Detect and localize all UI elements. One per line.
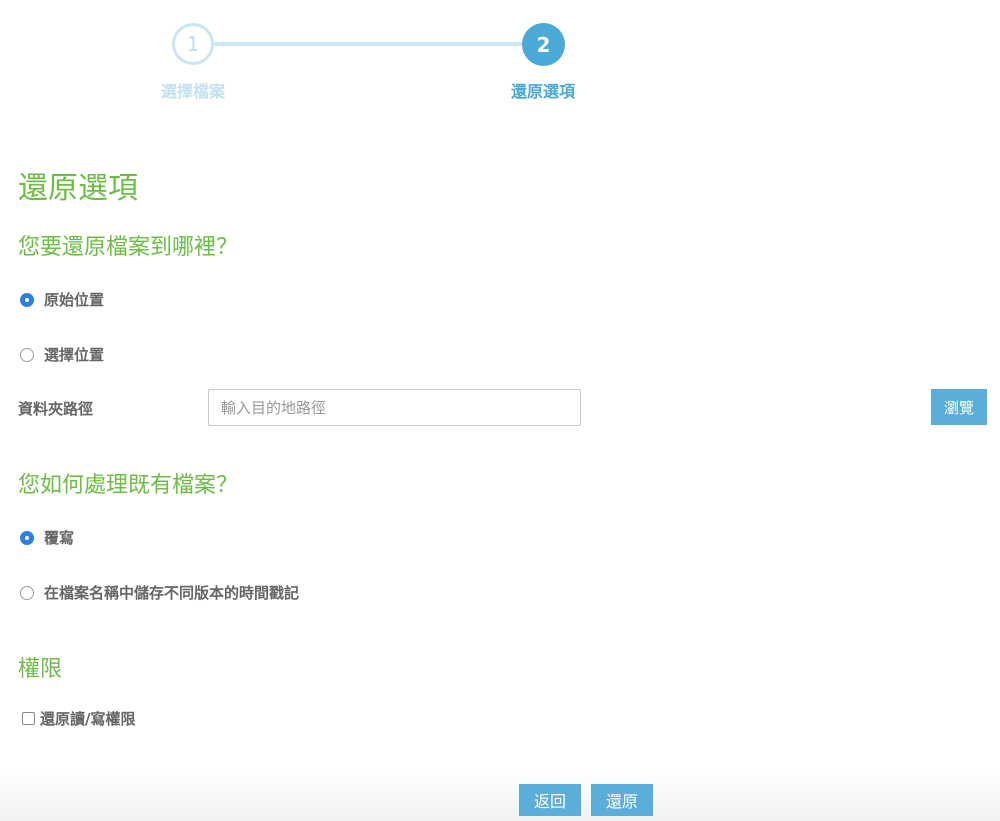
radio-choose-location[interactable]: 選擇位置 bbox=[20, 344, 104, 365]
radio-button-unchecked[interactable] bbox=[20, 585, 34, 600]
page-title: 還原選項 bbox=[18, 171, 138, 206]
step-1-number: 1 bbox=[186, 32, 200, 56]
radio-overwrite[interactable]: 覆寫 bbox=[20, 527, 74, 548]
radio-choose-location-label: 選擇位置 bbox=[44, 346, 105, 364]
radio-original-location-label: 原始位置 bbox=[44, 291, 105, 309]
existing-files-question-heading: 您如何處理既有檔案？ bbox=[18, 473, 239, 498]
restore-permissions-label: 還原讀/寫權限 bbox=[40, 710, 136, 728]
radio-overwrite-label: 覆寫 bbox=[44, 529, 75, 547]
browse-button[interactable]: 瀏覽 bbox=[931, 389, 987, 425]
step-2-indicator: 2 bbox=[522, 23, 565, 66]
folder-path-label: 資料夾路徑 bbox=[18, 400, 94, 418]
step-2-number: 2 bbox=[536, 32, 551, 57]
destination-question-heading: 您要還原檔案到哪裡？ bbox=[18, 235, 239, 260]
radio-button-checked[interactable] bbox=[20, 292, 34, 307]
footer-bar bbox=[0, 770, 1000, 821]
restore-permissions-checkbox-row[interactable]: 還原讀/寫權限 bbox=[22, 708, 135, 729]
folder-path-input[interactable] bbox=[208, 389, 581, 426]
restore-permissions-checkbox[interactable] bbox=[22, 712, 35, 725]
radio-save-timestamp-version-label: 在檔案名稱中儲存不同版本的時間戳記 bbox=[44, 584, 300, 602]
radio-button-checked[interactable] bbox=[20, 530, 34, 545]
step-2-label: 還原選項 bbox=[510, 82, 575, 101]
radio-original-location[interactable]: 原始位置 bbox=[20, 289, 104, 310]
permissions-heading: 權限 bbox=[18, 657, 63, 682]
stepper-connector-line bbox=[214, 42, 524, 46]
step-1-label: 選擇檔案 bbox=[160, 82, 225, 101]
radio-button-unchecked[interactable] bbox=[20, 347, 34, 362]
restore-button[interactable]: 還原 bbox=[591, 784, 653, 816]
back-button[interactable]: 返回 bbox=[519, 784, 581, 816]
radio-save-timestamp-version[interactable]: 在檔案名稱中儲存不同版本的時間戳記 bbox=[20, 582, 299, 603]
restore-options-page: 1 選擇檔案 2 還原選項 還原選項 您要還原檔案到哪裡？ 原始位置 選擇位置 … bbox=[0, 0, 1000, 821]
step-1-indicator: 1 bbox=[172, 23, 214, 65]
